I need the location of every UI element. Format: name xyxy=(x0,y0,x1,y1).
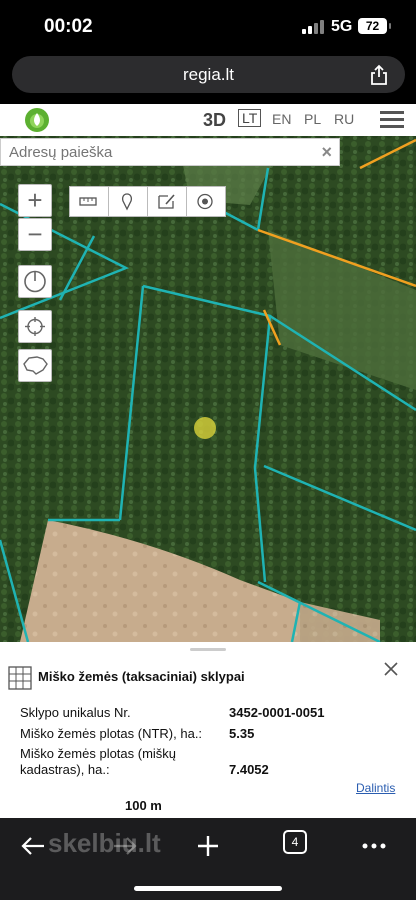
target-icon xyxy=(197,193,213,210)
map-toolbar xyxy=(69,186,226,217)
edit-tool[interactable] xyxy=(148,187,187,216)
compass-icon xyxy=(24,270,46,293)
row-label-line1: Miško žemės plotas (miškų xyxy=(20,746,177,761)
point-tool[interactable] xyxy=(187,187,225,216)
pin-icon xyxy=(121,193,133,211)
hamburger-menu-icon[interactable] xyxy=(380,111,404,129)
row-value: 7.4052 xyxy=(229,762,269,777)
satellite-map[interactable] xyxy=(0,104,416,642)
crosshair-icon xyxy=(25,317,45,336)
row-label: Miško žemės plotas (NTR), ha.: xyxy=(20,726,203,741)
edit-icon xyxy=(158,194,175,209)
share-link[interactable]: Dalintis xyxy=(356,781,395,795)
measure-tool[interactable] xyxy=(70,187,109,216)
ruler-icon xyxy=(79,197,97,206)
location-marker[interactable] xyxy=(194,417,216,439)
more-options-icon[interactable] xyxy=(356,828,392,864)
country-extent-button[interactable] xyxy=(18,349,52,382)
clock: 00:02 xyxy=(44,16,93,37)
zoom-out-button[interactable]: − xyxy=(18,218,52,251)
network-type: 5G xyxy=(331,18,353,35)
map-view[interactable] xyxy=(0,104,416,642)
share-icon[interactable] xyxy=(369,64,389,86)
zoom-in-button[interactable]: + xyxy=(18,184,52,217)
scale-label: 100 m xyxy=(125,798,162,813)
pin-tool[interactable] xyxy=(109,187,148,216)
parcel-info-panel: Miško žemės (taksaciniai) sklypai Sklypo… xyxy=(0,642,416,818)
row-value: 3452-0001-0051 xyxy=(229,705,325,720)
regia-logo[interactable] xyxy=(24,107,50,133)
lithuania-shape-icon xyxy=(23,356,48,375)
address-search: × xyxy=(0,138,340,166)
3d-button[interactable]: 3D xyxy=(203,110,226,131)
compass-button[interactable] xyxy=(18,265,52,298)
app-header: 3D LT EN PL RU xyxy=(0,104,416,136)
panel-title: Miško žemės (taksaciniai) sklypai xyxy=(38,669,245,684)
back-arrow-icon[interactable] xyxy=(16,828,52,864)
lang-en[interactable]: EN xyxy=(272,111,291,127)
row-value: 5.35 xyxy=(229,726,255,741)
status-bar: 00:02 5G 72 xyxy=(0,0,416,54)
lang-pl[interactable]: PL xyxy=(304,111,321,127)
drag-handle[interactable] xyxy=(190,648,226,651)
signal-icon xyxy=(302,20,324,34)
new-tab-plus-icon[interactable] xyxy=(190,828,226,864)
url-text[interactable]: regia.lt xyxy=(12,65,405,85)
battery-icon: 72 xyxy=(358,18,391,34)
locate-button[interactable] xyxy=(18,310,52,343)
tab-count-button[interactable]: 4 xyxy=(283,830,307,854)
lang-ru[interactable]: RU xyxy=(334,111,354,127)
home-indicator[interactable] xyxy=(134,886,282,891)
watermark: skelbiu.lt xyxy=(48,828,161,858)
address-bar[interactable]: regia.lt xyxy=(12,56,405,93)
table-grid-icon xyxy=(8,666,32,690)
address-search-input[interactable] xyxy=(1,139,311,165)
close-icon[interactable] xyxy=(382,660,400,678)
lang-lt[interactable]: LT xyxy=(238,109,262,127)
row-label: Sklypo unikalus Nr. xyxy=(20,705,131,720)
clear-search-icon[interactable]: × xyxy=(321,142,332,163)
row-label-line2: kadastras), ha.: xyxy=(20,762,110,777)
